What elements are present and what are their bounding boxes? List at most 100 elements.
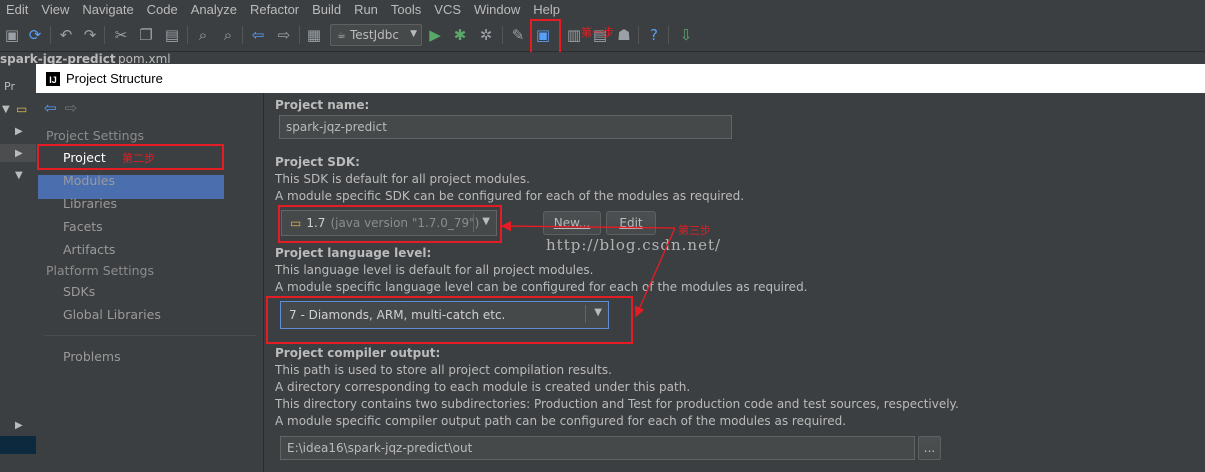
menu-navigate[interactable]: Navigate (82, 2, 133, 17)
intellij-logo-icon: IJ (46, 71, 60, 86)
menu-edit[interactable]: Edit (6, 2, 28, 17)
save-all-icon[interactable]: ▣ (2, 25, 22, 45)
sidebar-item-artifacts[interactable]: Artifacts (63, 242, 115, 257)
new-sdk-button[interactable]: New... (543, 211, 601, 235)
sidebar-nav: ⇦ ⇨ (44, 99, 77, 117)
sdk-highlight (278, 205, 502, 243)
output-description-4: A module specific compiler output path c… (275, 414, 847, 428)
menu-refactor[interactable]: Refactor (250, 2, 299, 17)
output-description-3: This directory contains two subdirectori… (275, 397, 959, 411)
cut-icon[interactable]: ✂ (111, 25, 131, 45)
platform-settings-header: Platform Settings (46, 263, 154, 278)
chevron-down-icon: ▼ (410, 29, 417, 39)
chevron-right-icon[interactable]: ▶ (15, 148, 23, 159)
sdk-description-1: This SDK is default for all project modu… (275, 172, 530, 186)
toolbar-divider (502, 26, 503, 44)
project-structure-dialog: IJ Project Structure ⇦ ⇨ Project Settings… (36, 64, 1205, 472)
undo-icon[interactable]: ↶ (56, 25, 76, 45)
watermark: http://blog.csdn.net/ (546, 236, 722, 254)
redo-icon[interactable]: ↷ (80, 25, 100, 45)
menu-bar: Edit View Navigate Code Analyze Refactor… (0, 0, 1205, 18)
update-icon[interactable]: ⇩ (676, 25, 696, 45)
run-icon[interactable]: ▶ (425, 25, 445, 45)
language-description-1: This language level is default for all p… (275, 263, 594, 277)
compiler-output-label: Project compiler output: (275, 346, 441, 360)
chevron-down-icon[interactable]: ▼ (15, 170, 23, 181)
output-description-2: A directory corresponding to each module… (275, 380, 691, 394)
new-sdk-label: New... (553, 216, 591, 230)
back-icon[interactable]: ⇦ (44, 99, 57, 117)
toolbar-divider (242, 26, 243, 44)
dialog-title-bar: IJ Project Structure (36, 64, 1205, 93)
project-sdk-label: Project SDK: (275, 155, 360, 169)
sync-icon[interactable]: ⟳ (25, 25, 45, 45)
output-description-1: This path is used to store all project c… (275, 363, 612, 377)
sidebar-item-problems[interactable]: Problems (63, 349, 121, 364)
forward-icon[interactable]: ⇨ (65, 99, 78, 117)
project-name-field[interactable]: spark-jqz-predict (279, 115, 732, 139)
tree-row-selected (0, 436, 36, 454)
sdk-description-2: A module specific SDK can be configured … (275, 189, 745, 203)
debug-icon[interactable]: ✱ (450, 25, 470, 45)
paste-icon[interactable]: ▤ (162, 25, 182, 45)
sidebar-item-facets[interactable]: Facets (63, 219, 103, 234)
sidebar-item-sdks[interactable]: SDKs (63, 284, 95, 299)
toolbar-divider (187, 26, 188, 44)
replace-icon[interactable]: ⌕ (218, 25, 238, 45)
find-icon[interactable]: ⌕ (193, 25, 213, 45)
sidebar-item-modules[interactable]: Modules (63, 173, 115, 188)
tool-label: Pr (4, 80, 15, 93)
edit-sdk-button[interactable]: Edit (606, 211, 656, 235)
run-config-icon: ☕ (337, 29, 346, 41)
chevron-right-icon[interactable]: ▶ (15, 126, 23, 137)
toolbar-divider (638, 26, 639, 44)
menu-window[interactable]: Window (474, 2, 520, 17)
compiler-output-path: E:\idea16\spark-jqz-predict\out (287, 441, 473, 455)
android-icon[interactable]: ☗ (614, 25, 634, 45)
toolbar-divider (104, 26, 105, 44)
forward-icon[interactable]: ⇨ (274, 25, 294, 45)
project-tool-gutter: Pr ▼ ▭ ▶ ▶ ▼ ▶ (0, 66, 36, 472)
language-level-highlight (266, 296, 633, 344)
sidebar-divider (44, 335, 256, 336)
menu-build[interactable]: Build (312, 2, 341, 17)
toolbar-divider (299, 26, 300, 44)
menu-vcs[interactable]: VCS (434, 2, 461, 17)
edit-sdk-label: Edit (619, 216, 643, 230)
chevron-right-icon[interactable]: ▶ (15, 420, 23, 431)
step3-note: 第三步 (678, 224, 711, 237)
browse-button[interactable]: ... (918, 436, 941, 460)
settings-icon[interactable]: ✎ (508, 25, 528, 45)
compiler-output-path-field[interactable]: E:\idea16\spark-jqz-predict\out (280, 436, 915, 460)
copy-icon[interactable]: ❐ (136, 25, 156, 45)
language-level-label: Project language level: (275, 246, 432, 260)
menu-view[interactable]: View (41, 2, 69, 17)
step1-highlight (530, 19, 561, 55)
dialog-title: Project Structure (66, 71, 163, 86)
run-config-select[interactable]: ☕ TestJdbc ▼ (330, 24, 422, 46)
help-icon[interactable]: ? (644, 25, 664, 45)
browse-label: ... (923, 441, 936, 455)
menu-analyze[interactable]: Analyze (191, 2, 237, 17)
project-name-label: Project name: (275, 98, 370, 112)
project-name-value: spark-jqz-predict (286, 120, 387, 134)
project-settings-header: Project Settings (46, 128, 145, 143)
project-settings-panel: Project name: spark-jqz-predict Project … (265, 93, 1205, 472)
toolbar-divider (668, 26, 669, 44)
sidebar-item-global-libraries[interactable]: Global Libraries (63, 307, 161, 322)
toolbar-divider (50, 26, 51, 44)
run-config-label: TestJdbc (349, 28, 399, 42)
folder-icon: ▭ (16, 102, 28, 116)
language-description-2: A module specific language level can be … (275, 280, 808, 294)
coverage-icon[interactable]: ✲ (476, 25, 496, 45)
chevron-down-icon: ▼ (2, 104, 10, 115)
sidebar-item-libraries[interactable]: Libraries (63, 196, 117, 211)
menu-code[interactable]: Code (147, 2, 178, 17)
back-icon[interactable]: ⇦ (248, 25, 268, 45)
menu-tools[interactable]: Tools (391, 2, 421, 17)
menu-help[interactable]: Help (533, 2, 560, 17)
step1-note: 第一步 (581, 26, 614, 39)
build-icon[interactable]: ▦ (304, 25, 324, 45)
step2-note: 第二步 (122, 152, 155, 165)
menu-run[interactable]: Run (354, 2, 378, 17)
